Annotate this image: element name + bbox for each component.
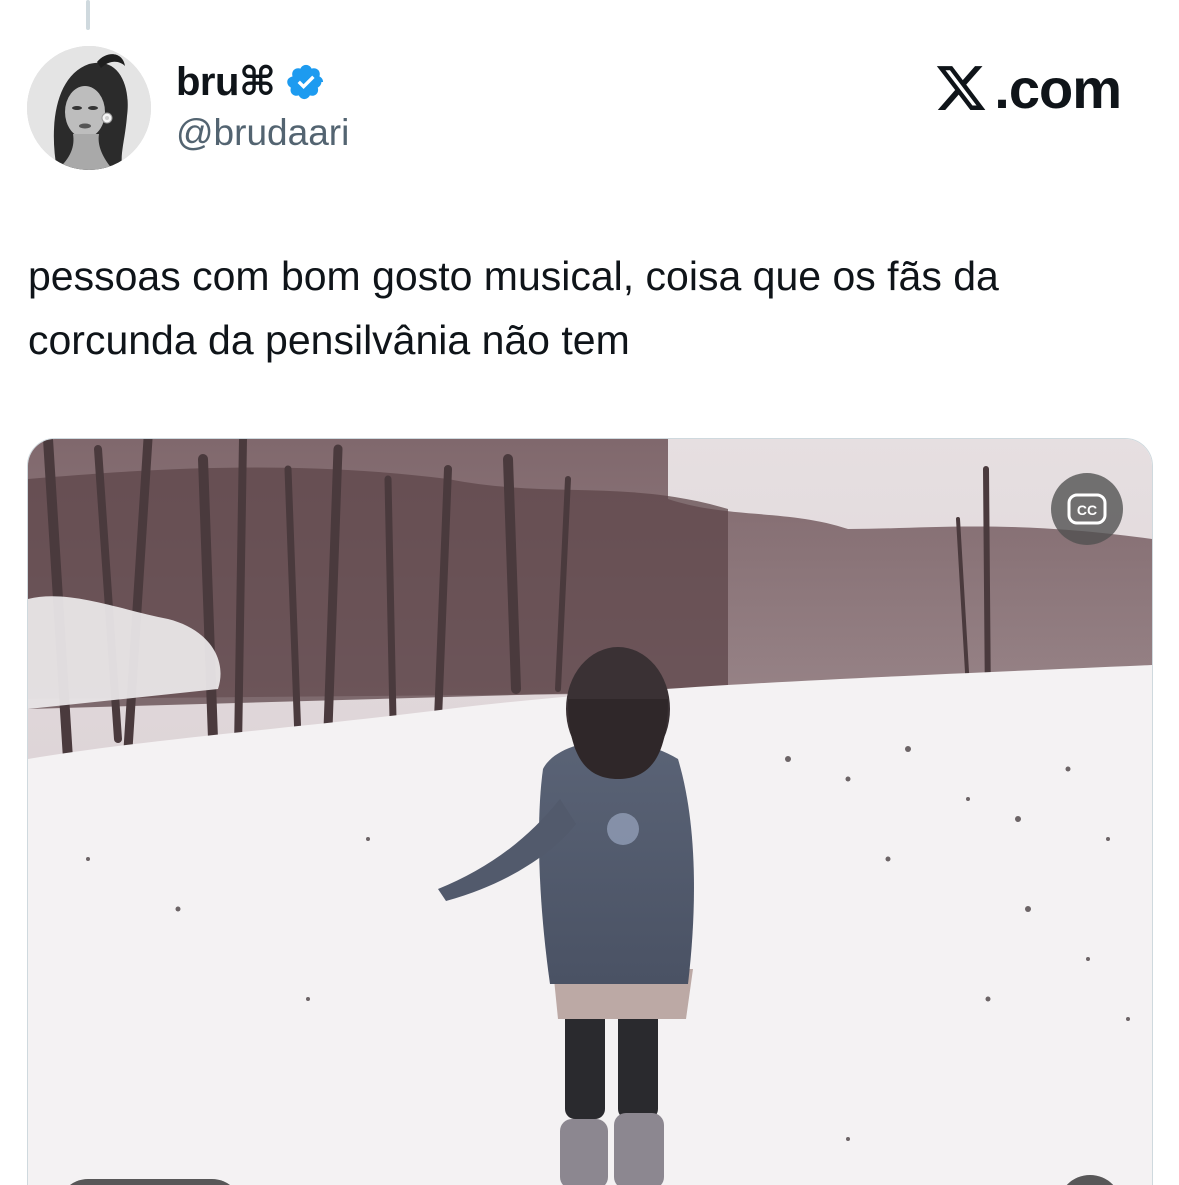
x-logo-icon bbox=[937, 66, 986, 110]
captions-label: CC bbox=[1077, 502, 1097, 518]
author-name-row: bru⌘ bbox=[176, 56, 326, 108]
brand-label: .com bbox=[994, 56, 1122, 120]
brand-watermark: .com bbox=[934, 56, 1122, 120]
verified-badge-icon bbox=[286, 64, 323, 100]
tweet-screenshot: bru⌘ @brudaari .com pessoas com bom gost… bbox=[0, 0, 1179, 1185]
tweet-text: pessoas com bom gosto musical, coisa que… bbox=[28, 253, 999, 363]
avatar-image bbox=[27, 46, 151, 170]
captions-button[interactable]: CC bbox=[1051, 473, 1123, 545]
author-handle[interactable]: @brudaari bbox=[176, 112, 349, 154]
closed-captions-icon: CC bbox=[1067, 493, 1107, 525]
video-frame bbox=[28, 439, 1152, 1185]
display-name[interactable]: bru⌘ bbox=[176, 59, 276, 105]
video-controls-pill[interactable] bbox=[58, 1179, 242, 1185]
thread-connector-line bbox=[86, 0, 90, 30]
avatar[interactable] bbox=[27, 46, 151, 170]
video-player[interactable]: CC bbox=[27, 438, 1153, 1185]
